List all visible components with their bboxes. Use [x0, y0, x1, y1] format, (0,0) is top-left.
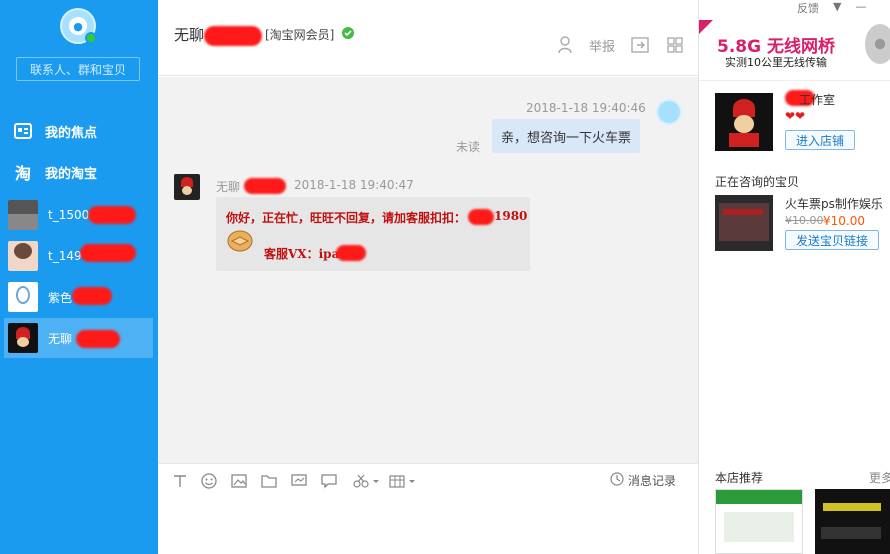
contact-item-active[interactable]: 无聊: [4, 318, 153, 358]
ad-corner-decoration: [699, 20, 713, 34]
ad-banner[interactable]: 5.8G 无线网桥 实测10公里无线传输: [699, 20, 890, 72]
message-input[interactable]: [158, 495, 698, 554]
handshake-emoji-icon: [226, 229, 254, 253]
unread-status: 未读: [456, 140, 481, 154]
contact-name: 紫色: [48, 290, 73, 305]
verified-icon: [342, 27, 354, 39]
avatar-glyph: ●: [69, 17, 87, 35]
redaction-mark: [88, 206, 136, 224]
contact-avatar: [8, 200, 38, 230]
shop-name: 工作室: [799, 93, 836, 107]
user-profile-icon[interactable]: [556, 35, 576, 55]
window-controls: 反馈 ▼ —: [797, 0, 866, 16]
member-badge: [淘宝网会员]: [265, 28, 335, 42]
image-icon[interactable]: [230, 472, 248, 490]
screen-icon[interactable]: [290, 472, 308, 490]
message-history-button[interactable]: 消息记录: [610, 472, 676, 489]
chat-panel: 无聊 [淘宝网会员] 举报 2018-1-18 19:40:46 亲，想咨询一下…: [158, 0, 698, 554]
contact-name: 无聊: [48, 331, 73, 346]
redaction-mark: [244, 178, 286, 194]
user-avatar[interactable]: ●: [60, 8, 97, 44]
more-tools-icon[interactable]: [388, 472, 418, 490]
nav-my-taobao[interactable]: 淘 我的淘宝: [0, 154, 158, 190]
contact-item[interactable]: t_149: [0, 236, 158, 276]
dropdown-icon[interactable]: ▼: [833, 0, 841, 16]
redaction-mark: [72, 287, 112, 305]
item-title[interactable]: 火车票ps制作娱乐: [785, 195, 883, 212]
sent-message-bubble: 亲，想咨询一下火车票: [492, 119, 640, 153]
minimize-button[interactable]: —: [855, 0, 866, 16]
nav-label: 我的焦点: [45, 125, 98, 141]
enter-shop-button[interactable]: 进入店铺: [785, 130, 855, 150]
consulting-title: 正在咨询的宝贝: [715, 175, 800, 189]
auto-reply-text: 你好，正在忙，旺旺不回复，请加客服扣扣：: [226, 211, 467, 225]
item-thumbnail[interactable]: [715, 195, 773, 251]
product-disc-icon: [865, 24, 890, 64]
more-link[interactable]: 更多: [869, 469, 890, 486]
original-price: ¥10.00: [785, 214, 824, 227]
comment-icon[interactable]: [320, 472, 338, 490]
recommend-item[interactable]: [715, 489, 803, 554]
taobao-icon: 淘: [14, 164, 31, 183]
chat-header: 无聊 [淘宝网会员] 举报: [158, 0, 698, 76]
contact-avatar: [8, 323, 38, 353]
my-avatar: [656, 99, 682, 125]
search-input[interactable]: 联系人、群和宝贝: [16, 57, 140, 81]
redaction-mark: [336, 245, 366, 261]
redaction-mark: [80, 244, 136, 262]
recommend-title: 本店推荐: [715, 471, 764, 485]
shop-info: 工作室 ❤❤ 进入店铺: [699, 80, 890, 160]
clock-icon: [610, 472, 624, 489]
screenshot-scissors-icon[interactable]: [352, 472, 382, 490]
message-timestamp: 2018-1-18 19:40:46: [526, 101, 646, 115]
sender-name: 无聊: [216, 180, 241, 194]
contact-avatar[interactable]: [174, 174, 200, 200]
current-price: ¥10.00: [823, 214, 865, 228]
emoji-icon[interactable]: [200, 472, 218, 490]
report-button[interactable]: 举报: [589, 36, 615, 55]
right-panel: 反馈 ▼ — 5.8G 无线网桥 实测10公里无线传输 工作室 ❤❤ 进入店铺 …: [698, 0, 890, 554]
nav-label: 我的淘宝: [45, 166, 98, 182]
folder-icon[interactable]: [260, 472, 278, 490]
chat-title: 无聊: [174, 26, 205, 44]
transfer-file-icon[interactable]: [630, 35, 650, 55]
message-list[interactable]: 2018-1-18 19:40:46 亲，想咨询一下火车票 未读 无聊 2018…: [158, 77, 698, 463]
ad-subtitle: 实测10公里无线传输: [725, 56, 827, 69]
shop-logo[interactable]: [715, 93, 773, 151]
redaction-mark: [204, 26, 262, 46]
redaction-mark: [468, 209, 494, 225]
contact-avatar: [8, 241, 38, 271]
contact-avatar: [8, 282, 38, 312]
sidebar: ● 联系人、群和宝贝 我的焦点 淘 我的淘宝 t_1500 t_149 紫色 无…: [0, 0, 158, 554]
qq-number-tail: 1980: [494, 209, 528, 223]
font-icon[interactable]: [171, 472, 189, 490]
contact-name: t_1500: [48, 208, 90, 222]
online-status-icon: [85, 32, 97, 44]
focus-icon: [13, 121, 33, 141]
nav-my-focus[interactable]: 我的焦点: [0, 113, 158, 149]
received-message-bubble: 你好，正在忙，旺旺不回复，请加客服扣扣： 1980 客服VX：ipad: [216, 197, 530, 271]
feedback-button[interactable]: 反馈: [797, 0, 819, 16]
message-text: 亲，想咨询一下火车票: [500, 130, 631, 146]
recommend-item[interactable]: [815, 489, 890, 554]
history-label: 消息记录: [628, 474, 677, 488]
shop-rating-hearts: ❤❤: [785, 109, 806, 123]
contact-name: t_149: [48, 249, 82, 263]
message-timestamp: 2018-1-18 19:40:47: [294, 178, 414, 192]
contact-item[interactable]: 紫色: [0, 277, 158, 317]
input-toolbar: 消息记录: [158, 463, 698, 495]
redaction-mark: [76, 330, 120, 348]
send-item-link-button[interactable]: 发送宝贝链接: [785, 230, 879, 250]
grid-apps-icon[interactable]: [665, 35, 685, 55]
contact-item[interactable]: t_1500: [0, 195, 158, 235]
